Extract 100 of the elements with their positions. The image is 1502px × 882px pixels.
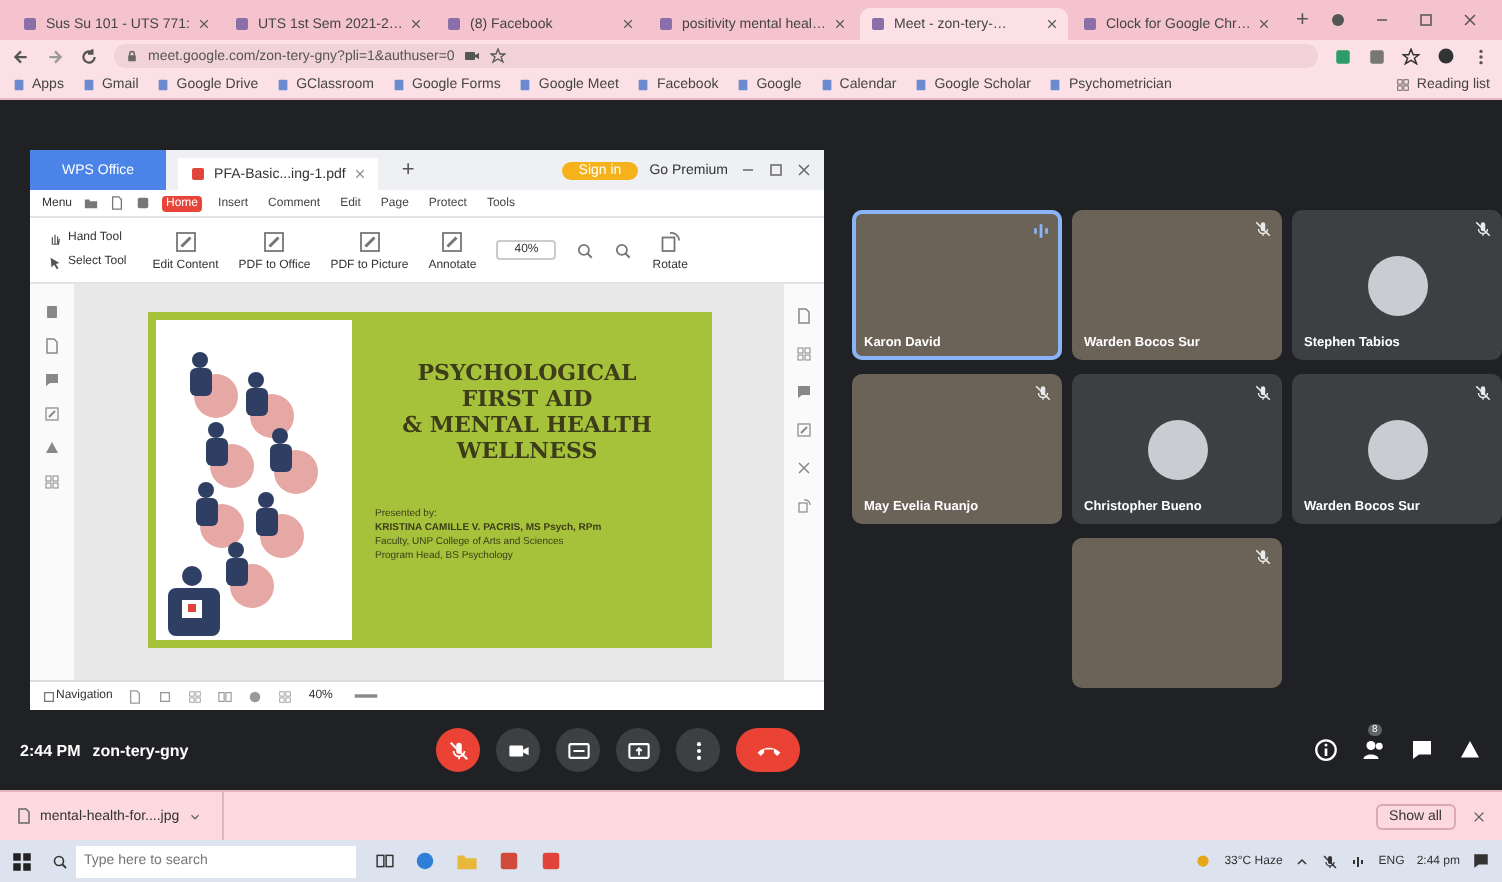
bookmark-icon: [81, 78, 96, 92]
navigation-icon[interactable]: [42, 689, 56, 703]
info-icon[interactable]: [1314, 738, 1338, 762]
panel-icon[interactable]: [796, 422, 812, 438]
panel-icon[interactable]: [44, 474, 60, 490]
bookmark-icon: [636, 78, 651, 92]
panel-icon[interactable]: [796, 308, 812, 324]
page-icon: [658, 16, 674, 32]
close-icon[interactable]: [410, 18, 422, 30]
maximize-icon[interactable]: [768, 162, 784, 178]
avatar-placeholder: [1147, 419, 1207, 479]
bookmark-icon: [12, 78, 26, 92]
page-icon: [1082, 16, 1098, 32]
view-icon[interactable]: [248, 689, 263, 703]
close-icon[interactable]: [834, 18, 846, 30]
pdf-icon: [190, 166, 207, 182]
new-tab-button[interactable]: +: [1284, 8, 1321, 32]
panel-icon[interactable]: [44, 338, 60, 354]
folder-icon[interactable]: [84, 196, 99, 210]
app-icon[interactable]: [540, 850, 562, 872]
app-icon[interactable]: [498, 850, 520, 872]
maximize-icon[interactable]: [1418, 12, 1434, 28]
zoom-in-icon[interactable]: [576, 241, 595, 259]
page-icon: [446, 16, 462, 32]
zoom-out-icon[interactable]: [614, 241, 633, 259]
cursor-icon: [48, 255, 62, 269]
panel-icon[interactable]: [44, 406, 60, 422]
hand-icon: [48, 231, 62, 245]
bookmark-icon: [392, 78, 407, 92]
close-icon[interactable]: [1472, 809, 1486, 823]
bookmark-icon: [518, 78, 533, 92]
back-icon[interactable]: [12, 47, 30, 65]
page-icon: [22, 16, 38, 32]
panel-icon[interactable]: [44, 440, 60, 456]
task-view-icon[interactable]: [376, 852, 394, 870]
reload-icon[interactable]: [80, 47, 98, 65]
present-button[interactable]: [616, 728, 661, 772]
forward-icon[interactable]: [46, 47, 64, 65]
microphone-icon[interactable]: [1322, 853, 1339, 869]
panel-icon[interactable]: [44, 304, 60, 320]
close-icon[interactable]: [1046, 18, 1058, 30]
present-icon: [627, 739, 650, 761]
weather-icon: [1194, 852, 1213, 870]
camera-button[interactable]: [496, 728, 541, 772]
document-icon: [440, 229, 465, 253]
speaking-icon: [1030, 220, 1052, 242]
rotate-icon: [658, 229, 683, 253]
meeting-time: 2:44 PM: [20, 741, 81, 759]
close-icon[interactable]: [353, 168, 366, 180]
chevron-icon[interactable]: [1294, 853, 1311, 869]
panel-icon[interactable]: [796, 460, 812, 476]
chevron-icon[interactable]: [187, 809, 202, 823]
chat-icon[interactable]: [1410, 738, 1434, 762]
panel-icon[interactable]: [796, 384, 812, 400]
bookmark-icon: [914, 78, 929, 92]
people-icon[interactable]: [1362, 738, 1386, 762]
page-icon: [234, 16, 250, 32]
new-tab-button[interactable]: +: [389, 158, 427, 182]
captions-icon: [567, 739, 590, 761]
bookmark-icon: [819, 78, 834, 92]
meeting-code: zon-tery-gny: [92, 741, 189, 759]
panel-icon[interactable]: [44, 372, 60, 388]
close-icon[interactable]: [796, 162, 812, 178]
lock-icon: [126, 50, 138, 62]
document-icon: [357, 229, 382, 253]
bookmark-icon: [156, 78, 171, 92]
avatar-placeholder: [1367, 255, 1427, 315]
record-icon: [1330, 12, 1346, 28]
document-icon: [173, 229, 198, 253]
document-icon: [262, 229, 287, 253]
bookmark-icon: [1048, 78, 1063, 92]
star-icon[interactable]: [490, 48, 507, 64]
panel-icon[interactable]: [796, 346, 812, 362]
volume-icon[interactable]: [1350, 853, 1367, 869]
more-button[interactable]: [676, 728, 721, 772]
windows-icon[interactable]: [12, 851, 32, 871]
camera-icon: [464, 48, 481, 64]
save-icon[interactable]: [110, 196, 125, 210]
slide-title: PSYCHOLOGICAL FIRST AID & MENTAL HEALTH WELLNESS: [402, 360, 652, 464]
panel-icon[interactable]: [796, 498, 812, 514]
close-icon[interactable]: [198, 18, 210, 30]
mic-button[interactable]: [436, 728, 481, 772]
activities-icon[interactable]: [1458, 738, 1482, 762]
close-icon[interactable]: [1258, 18, 1270, 30]
avatar-placeholder: [1367, 419, 1427, 479]
page-icon: [870, 16, 886, 32]
bookmark-icon: [736, 78, 751, 92]
file-icon: [16, 808, 32, 824]
search-icon: [52, 853, 68, 869]
end-call-button[interactable]: [736, 728, 801, 772]
mic-off-icon: [447, 739, 470, 761]
close-icon[interactable]: [1462, 12, 1478, 28]
browser-icon[interactable]: [414, 850, 436, 872]
profile-icon[interactable]: [1436, 46, 1456, 66]
bookmark-icon: [276, 78, 291, 92]
close-icon[interactable]: [622, 18, 634, 30]
reading-list-icon: [1396, 78, 1411, 92]
view-icon[interactable]: [218, 689, 233, 703]
captions-button[interactable]: [556, 728, 601, 772]
notification-icon[interactable]: [1472, 852, 1490, 870]
